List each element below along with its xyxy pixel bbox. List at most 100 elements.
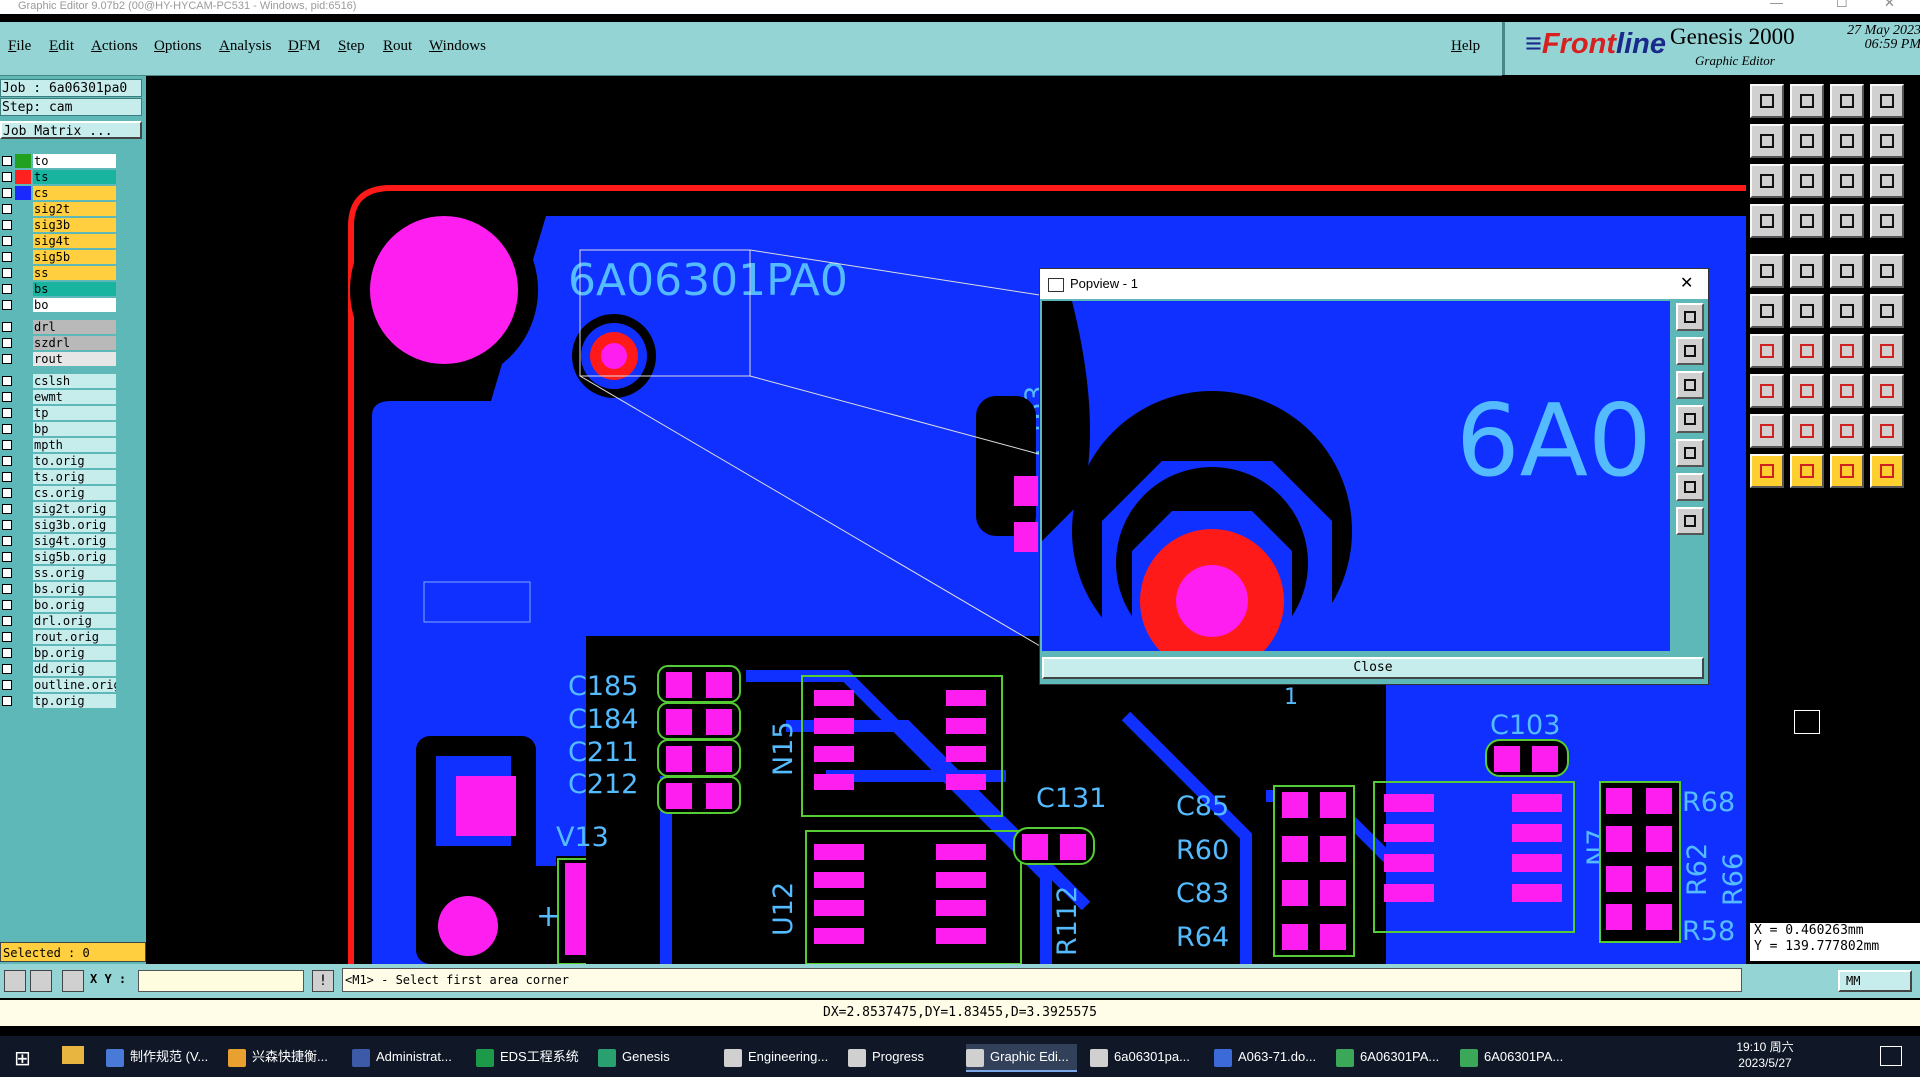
toolbox-pointer-a-icon[interactable] [1750,454,1784,488]
layer-checkbox[interactable] [2,354,12,364]
layer-row-rout-orig[interactable]: rout.orig [0,630,116,645]
layer-checkbox[interactable] [2,338,12,348]
layer-checkbox[interactable] [2,376,12,386]
layer-color-swatch[interactable] [15,154,31,168]
layer-checkbox[interactable] [2,284,12,294]
menu-dfm[interactable]: DFM [288,38,321,55]
taskbar-item-10[interactable]: 6A06301PA... [1336,1044,1439,1070]
menu-windows[interactable]: Windows [429,38,486,55]
layer-checkbox[interactable] [2,568,12,578]
toolbox-fit-icon[interactable] [1830,124,1864,158]
layer-color-swatch[interactable] [15,582,31,596]
tool-icon-1[interactable] [4,970,26,992]
layer-row-sig3b[interactable]: sig3b [0,218,116,233]
layer-color-swatch[interactable] [15,218,31,232]
menu-options[interactable]: Options [154,38,202,55]
popview-close-button[interactable]: Close [1042,657,1704,679]
toolbox-zoom-center-icon[interactable] [1790,164,1824,198]
layer-row-ts-orig[interactable]: ts.orig [0,470,116,485]
close-window-icon[interactable]: ✕ [1884,0,1895,9]
layer-row-bs-orig[interactable]: bs.orig [0,582,116,597]
maximize-icon[interactable]: ☐ [1836,0,1848,9]
layer-row-sig2t[interactable]: sig2t [0,202,116,217]
layer-color-swatch[interactable] [15,390,31,404]
taskbar-item-4[interactable]: Genesis [598,1044,670,1070]
layer-color-swatch[interactable] [15,336,31,350]
xy-input[interactable] [138,970,304,992]
layer-checkbox[interactable] [2,156,12,166]
layer-color-swatch[interactable] [15,266,31,280]
layer-color-swatch[interactable] [15,662,31,676]
layer-checkbox[interactable] [2,696,12,706]
layer-color-swatch[interactable] [15,518,31,532]
toolbox-measure-icon[interactable] [1830,204,1864,238]
layer-row-bp[interactable]: bp [0,422,116,437]
toolbox-home-icon[interactable] [1830,84,1864,118]
toolbox-pointer-b-icon[interactable] [1790,454,1824,488]
toolbox-triangle-b-icon[interactable] [1790,414,1824,448]
toolbox-pattern-icon[interactable] [1870,374,1904,408]
toolbox-pointer-d-icon[interactable] [1870,454,1904,488]
layer-checkbox[interactable] [2,536,12,546]
layer-color-swatch[interactable] [15,298,31,312]
layer-checkbox[interactable] [2,600,12,610]
layer-row-sig3b-orig[interactable]: sig3b.orig [0,518,116,533]
toolbox-prev-icon[interactable] [1750,124,1784,158]
popview-tool-2[interactable] [1676,337,1704,365]
layer-row-cs[interactable]: cs [0,186,116,201]
layer-checkbox[interactable] [2,424,12,434]
taskbar-item-8[interactable]: 6a06301pa... [1090,1044,1190,1070]
layer-checkbox[interactable] [2,648,12,658]
layer-color-swatch[interactable] [15,234,31,248]
taskbar-item-1[interactable]: 兴森快捷衡... [228,1044,328,1070]
layer-color-swatch[interactable] [15,598,31,612]
popview-tool-5[interactable] [1676,439,1704,467]
popview-tool-4[interactable] [1676,405,1704,433]
grid-icon[interactable] [62,970,84,992]
layer-color-swatch[interactable] [15,282,31,296]
layer-checkbox[interactable] [2,552,12,562]
notification-icon[interactable] [1880,1046,1902,1066]
layer-row-drl[interactable]: drl [0,320,116,335]
toolbox-triangle-a-icon[interactable] [1750,414,1784,448]
toolbox-scale-icon[interactable] [1750,374,1784,408]
layer-checkbox[interactable] [2,172,12,182]
layer-color-swatch[interactable] [15,186,31,200]
toolbox-red-tool-icon[interactable] [1870,204,1904,238]
layer-row-drl-orig[interactable]: drl.orig [0,614,116,629]
toolbox-help-icon[interactable] [1870,164,1904,198]
menu-analysis[interactable]: Analysis [219,38,272,55]
menu-rout[interactable]: Rout [383,38,412,55]
layer-color-swatch[interactable] [15,422,31,436]
layer-row-ts[interactable]: ts [0,170,116,185]
toolbox-triangle-c-icon[interactable] [1830,414,1864,448]
toolbox-net-icon[interactable] [1750,294,1784,328]
layer-color-swatch[interactable] [15,438,31,452]
layer-color-swatch[interactable] [15,170,31,184]
toolbox-font-icon[interactable] [1870,334,1904,368]
toolbox-layout-icon[interactable] [1870,84,1904,118]
taskbar-item-2[interactable]: Administrat... [352,1044,452,1070]
toolbox-route2-icon[interactable] [1870,294,1904,328]
layer-color-swatch[interactable] [15,374,31,388]
layer-color-swatch[interactable] [15,320,31,334]
layer-checkbox[interactable] [2,584,12,594]
layer-row-bs[interactable]: bs [0,282,116,297]
layer-checkbox[interactable] [2,220,12,230]
layer-color-swatch[interactable] [15,406,31,420]
toolbox-open-icon[interactable] [1750,84,1784,118]
taskbar-item-11[interactable]: 6A06301PA... [1460,1044,1563,1070]
layer-row-bp-orig[interactable]: bp.orig [0,646,116,661]
layer-row-tp[interactable]: tp [0,406,116,421]
menu-help[interactable]: Help [1451,38,1480,55]
layer-row-sig2t-orig[interactable]: sig2t.orig [0,502,116,517]
toolbox-zoom-fit-icon[interactable] [1750,164,1784,198]
popview-tool-7[interactable] [1676,507,1704,535]
toolbox-split-icon[interactable] [1870,124,1904,158]
layer-checkbox[interactable] [2,252,12,262]
menu-step[interactable]: Step [338,38,365,55]
taskbar-item-3[interactable]: EDS工程系统 [476,1044,579,1070]
popview-image[interactable]: 6A0 [1042,301,1670,673]
layer-checkbox[interactable] [2,322,12,332]
layer-row-cslsh[interactable]: cslsh [0,374,116,389]
